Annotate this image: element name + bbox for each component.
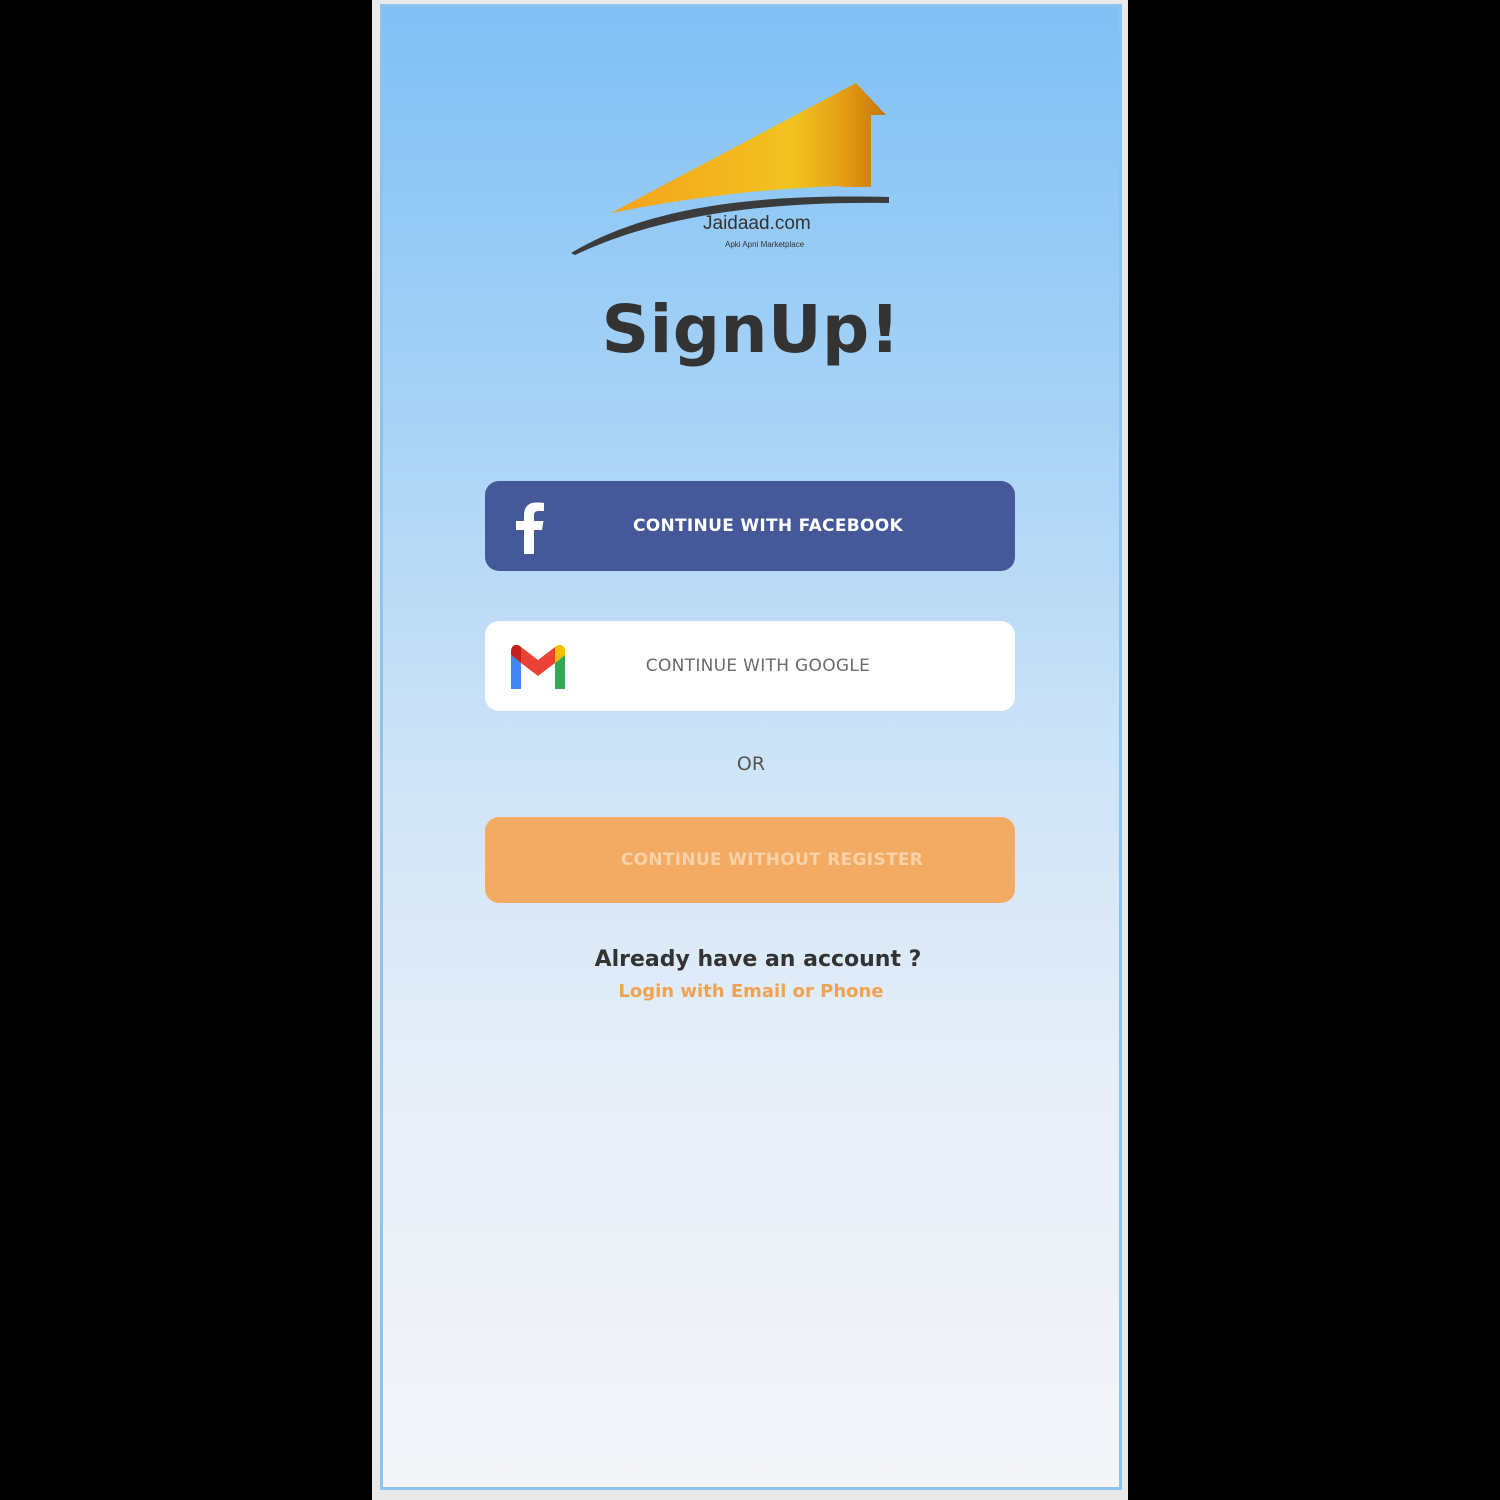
continue-without-register-button[interactable]: CONTINUE WITHOUT REGISTER xyxy=(485,817,1015,903)
phone-frame: Jaidaad.com Apki Apni Marketplace SignUp… xyxy=(372,0,1128,1500)
facebook-button-label: CONTINUE WITH FACEBOOK xyxy=(632,516,903,536)
signup-screen: Jaidaad.com Apki Apni Marketplace SignUp… xyxy=(380,4,1122,1490)
logo-tagline-text: Apki Apni Marketplace xyxy=(725,240,805,249)
gmail-icon xyxy=(507,643,569,689)
account-prompt: Already have an account ? xyxy=(594,947,922,972)
login-with-email-or-phone-link[interactable]: Login with Email or Phone xyxy=(383,981,1119,1002)
or-divider: OR xyxy=(736,753,766,775)
logo-brand-text: Jaidaad.com xyxy=(703,213,811,234)
jaidaad-logo: Jaidaad.com Apki Apni Marketplace xyxy=(571,75,901,257)
facebook-icon xyxy=(499,496,559,556)
guest-button-label: CONTINUE WITHOUT REGISTER xyxy=(620,850,924,870)
google-button-label: CONTINUE WITH GOOGLE xyxy=(645,656,871,676)
continue-with-facebook-button[interactable]: CONTINUE WITH FACEBOOK xyxy=(485,481,1015,571)
continue-with-google-button[interactable]: CONTINUE WITH GOOGLE xyxy=(485,621,1015,711)
page-title: SignUp! xyxy=(601,291,901,368)
